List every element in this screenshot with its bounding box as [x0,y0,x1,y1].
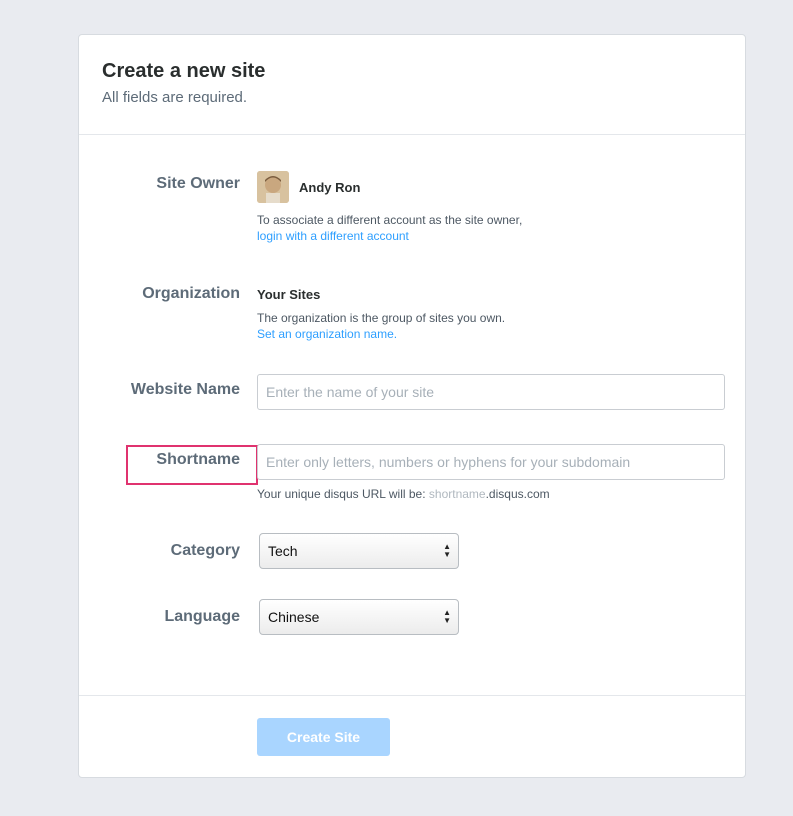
website-name-label: Website Name [130,381,240,398]
language-label: Language [164,608,240,625]
create-site-button[interactable]: Create Site [257,718,390,756]
url-suffix: .disqus.com [485,487,550,501]
page-title: Create a new site [102,60,266,82]
select-arrows-icon: ▲ ▼ [443,608,451,625]
user-avatar-icon [257,171,289,203]
site-owner-help: To associate a different account as the … [257,212,522,244]
avatar [257,171,289,203]
select-arrows-icon: ▲ ▼ [443,542,451,559]
create-site-card: Create a new site All fields are require… [78,34,746,778]
language-select[interactable]: Chinese ▲ ▼ [259,599,459,635]
category-selected-value: Tech [268,543,298,559]
organization-help-text: The organization is the group of sites y… [257,311,506,325]
organization-label: Organization [142,285,240,302]
category-label: Category [170,542,240,559]
site-owner-help-text: To associate a different account as the … [257,213,523,227]
language-selected-value: Chinese [268,609,320,625]
owner-name: Andy Ron [299,180,361,195]
url-prefix: Your unique disqus URL will be: [257,487,429,501]
shortname-input[interactable] [257,444,725,480]
url-shortname-placeholder: shortname [428,487,486,501]
login-different-account-link[interactable]: login with a different account [257,229,409,243]
card-header: Create a new site All fields are require… [79,35,745,135]
organization-help: The organization is the group of sites y… [257,310,505,342]
organization-name: Your Sites [257,287,321,302]
shortname-url-note: Your unique disqus URL will be: shortnam… [257,487,550,501]
website-name-input[interactable] [257,374,725,410]
page-subtitle: All fields are required. [102,89,248,106]
footer-divider [79,695,745,696]
set-organization-name-link[interactable]: Set an organization name. [257,327,397,341]
site-owner-label: Site Owner [156,175,240,192]
shortname-label: Shortname [156,451,240,468]
category-select[interactable]: Tech ▲ ▼ [259,533,459,569]
